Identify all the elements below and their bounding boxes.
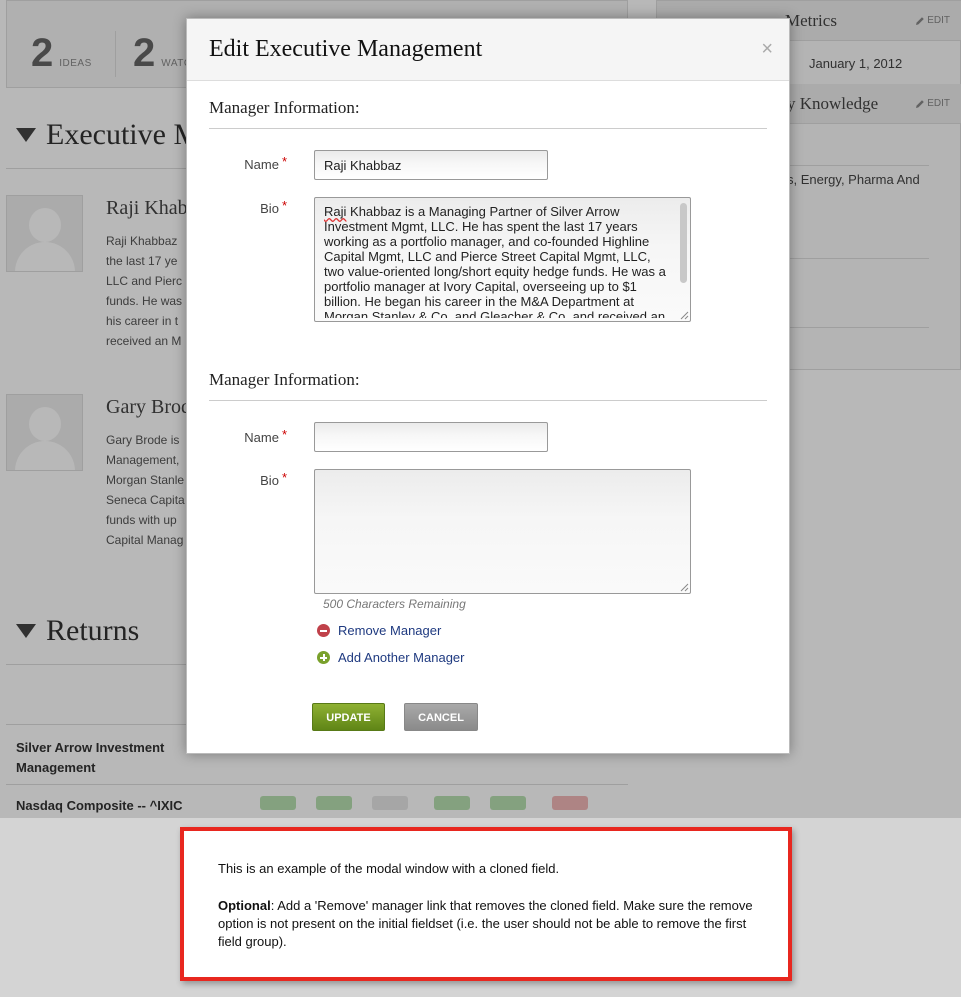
required-marker: * [281,427,287,442]
modal-title: Edit Executive Management [209,36,483,62]
bio-textarea-1[interactable]: Raji Khabbaz is a Managing Partner of Si… [314,197,691,322]
bio-textarea-content [324,476,672,590]
required-marker: * [281,470,287,485]
required-marker: * [281,154,287,169]
modal-header: Edit Executive Management × [187,19,789,81]
add-manager-link[interactable]: Add Another Manager [317,650,464,665]
note-optional-label: Optional [218,898,271,913]
annotation-note: This is an example of the modal window w… [180,827,792,981]
resize-grip-icon[interactable] [680,583,689,592]
bio-textarea-content: Raji Khabbaz is a Managing Partner of Si… [324,204,672,318]
resize-grip-icon[interactable] [680,311,689,320]
bio-label-text: Bio [260,201,279,216]
name-label-text: Name [244,157,279,172]
name-field-2[interactable] [314,422,548,452]
add-manager-label: Add Another Manager [338,650,465,665]
required-marker: * [281,198,287,213]
bio-label-2: Bio * [187,470,287,488]
remove-manager-link[interactable]: Remove Manager [317,623,441,638]
remove-circle-icon [317,624,330,637]
edit-executive-modal: Edit Executive Management × Manager Info… [186,18,790,754]
name-label-2: Name * [187,427,287,445]
note-paragraph-2-text: : Add a 'Remove' manager link that remov… [218,898,753,949]
cancel-button[interactable]: CANCEL [404,703,478,731]
fieldset-legend-1: Manager Information: [209,98,360,117]
update-button[interactable]: UPDATE [312,703,385,731]
note-paragraph-2: Optional: Add a 'Remove' manager link th… [218,897,758,951]
fieldset-divider [209,400,767,401]
name-label-text: Name [244,430,279,445]
close-icon[interactable]: × [761,39,773,59]
bio-textarea-2[interactable] [314,469,691,594]
add-circle-icon [317,651,330,664]
name-field-1[interactable]: Raji Khabbaz [314,150,548,180]
characters-remaining: 500 Characters Remaining [323,597,466,611]
bio-label-1: Bio * [187,198,287,216]
bio-first-word: Raji [324,204,347,219]
bio-text: is a Managing Partner of Silver Arrow In… [324,204,670,318]
fieldset-legend-2: Manager Information: [209,370,360,389]
fieldset-divider [209,128,767,129]
bio-label-text: Bio [260,473,279,488]
name-label-1: Name * [187,154,287,172]
note-paragraph-1: This is an example of the modal window w… [218,861,560,876]
remove-manager-label: Remove Manager [338,623,442,638]
textarea-scrollbar[interactable] [680,203,687,283]
